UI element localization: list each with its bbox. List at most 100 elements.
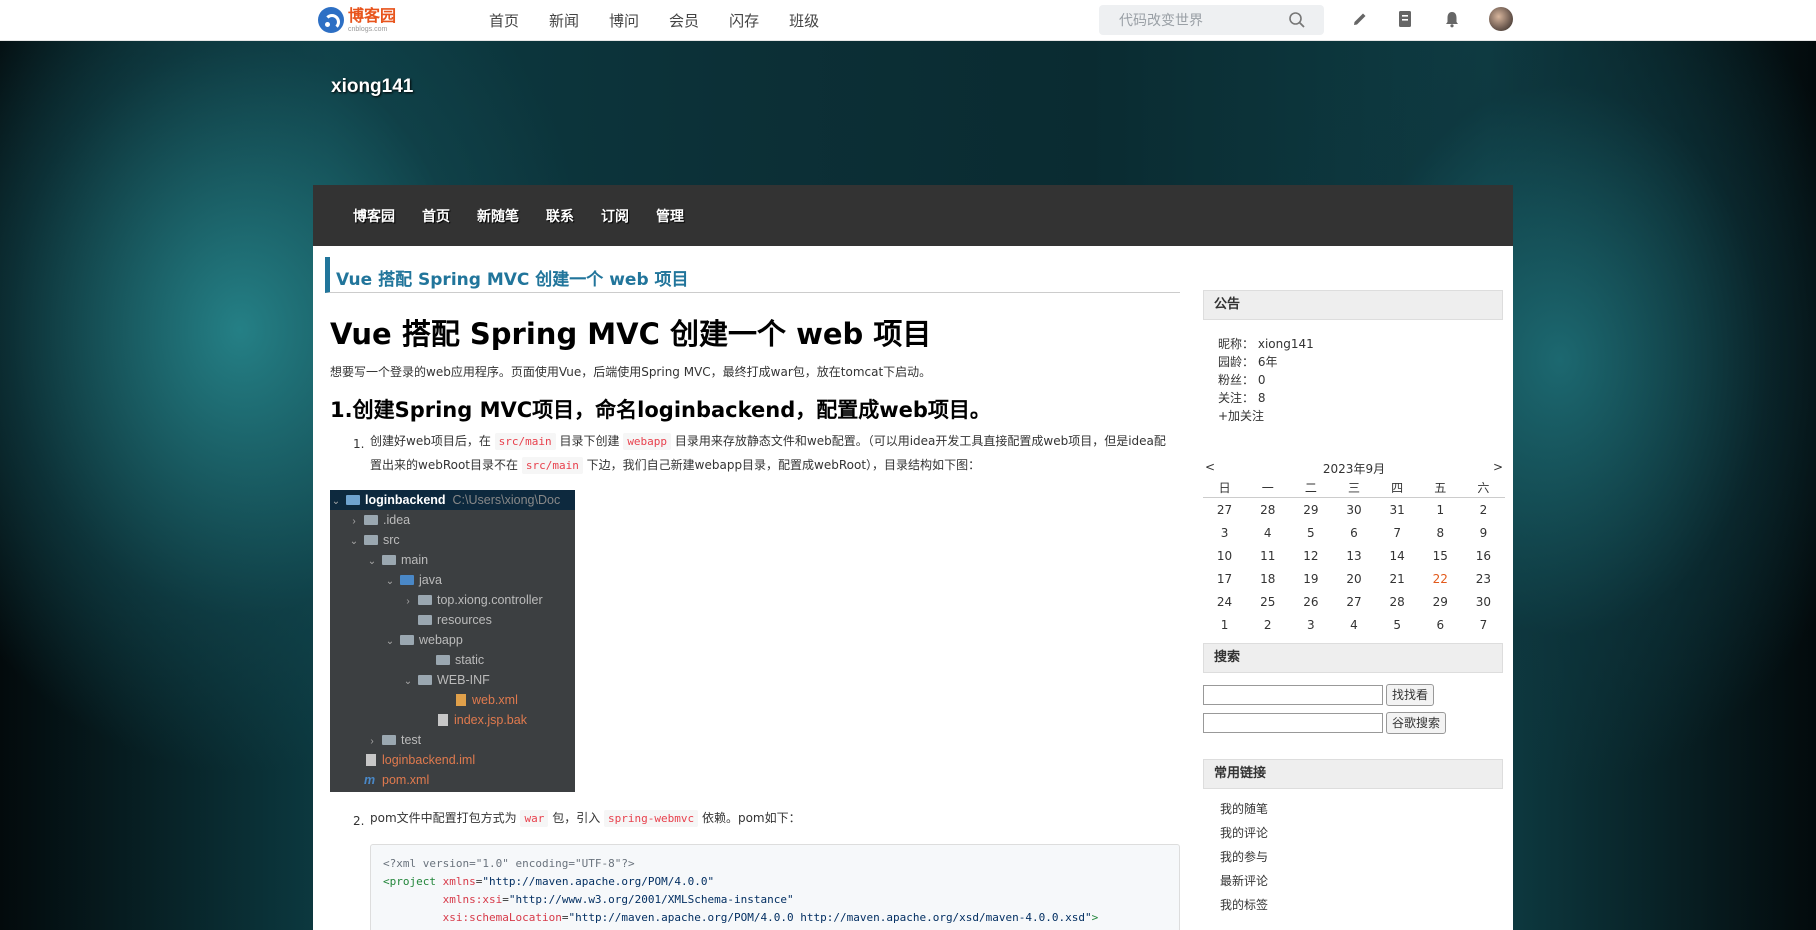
- code-line-4-val: "http://maven.apache.org/POM/4.0.0 http:…: [568, 911, 1092, 924]
- google-search-input[interactable]: [1203, 713, 1383, 733]
- calendar-day[interactable]: 12: [1289, 544, 1332, 567]
- calendar-week: 10 11 12 13 14 15 16: [1203, 544, 1505, 567]
- calendar-day[interactable]: 31: [1376, 498, 1419, 522]
- calendar-week: 17 18 19 20 21 22 23: [1203, 567, 1505, 590]
- folder-icon: [364, 535, 378, 545]
- calendar-day[interactable]: 2: [1462, 498, 1505, 522]
- calendar-day[interactable]: 6: [1332, 521, 1375, 544]
- site-search-input[interactable]: [1099, 5, 1301, 37]
- calendar-day[interactable]: 14: [1376, 544, 1419, 567]
- calendar-day[interactable]: 9: [1462, 521, 1505, 544]
- pom-code-block[interactable]: <?xml version="1.0" encoding="UTF-8"?> <…: [370, 844, 1180, 930]
- calendar-day[interactable]: 1: [1419, 498, 1462, 522]
- common-links: 我的随笔 我的评论 我的参与 最新评论 我的标签: [1220, 797, 1268, 917]
- blog-search-input[interactable]: [1203, 685, 1383, 705]
- tree-row-static: static: [420, 650, 484, 670]
- calendar-day[interactable]: 26: [1289, 590, 1332, 613]
- calendar-day[interactable]: 3: [1289, 613, 1332, 636]
- tree-label-webapp: webapp: [419, 633, 463, 647]
- step1-number: 1.: [353, 437, 365, 451]
- calendar-day[interactable]: 18: [1246, 567, 1289, 590]
- profile-fans-value[interactable]: 0: [1258, 373, 1266, 387]
- book-icon[interactable]: [1395, 9, 1415, 29]
- calendar-day[interactable]: 7: [1376, 521, 1419, 544]
- module-folder-icon: [346, 495, 360, 505]
- link-my-participation[interactable]: 我的参与: [1220, 845, 1268, 869]
- tree-row-java: ⌄ java: [384, 570, 442, 590]
- profile-follow-value[interactable]: 8: [1258, 391, 1266, 405]
- code-line-2-val: "http://maven.apache.org/POM/4.0.0": [482, 875, 715, 888]
- edit-icon[interactable]: [1350, 9, 1370, 29]
- blog-nav-cnblogs[interactable]: 博客园: [353, 206, 395, 226]
- calendar-day[interactable]: 28: [1246, 498, 1289, 522]
- code-line-2-attr: xmlns: [442, 875, 476, 888]
- site-nav-vip[interactable]: 会员: [669, 10, 699, 31]
- calendar-day[interactable]: 1: [1203, 613, 1246, 636]
- blog-nav-home[interactable]: 首页: [422, 206, 450, 226]
- calendar-day[interactable]: 29: [1289, 498, 1332, 522]
- calendar-day[interactable]: 2: [1246, 613, 1289, 636]
- blog-nav-contact[interactable]: 联系: [546, 206, 574, 226]
- calendar-day[interactable]: 30: [1462, 590, 1505, 613]
- weekday: 一: [1246, 478, 1290, 498]
- calendar-day[interactable]: 5: [1376, 613, 1419, 636]
- site-nav-questions[interactable]: 博问: [609, 10, 639, 31]
- site-nav-home[interactable]: 首页: [489, 10, 519, 31]
- blog-nav-subscribe[interactable]: 订阅: [601, 206, 629, 226]
- calendar-day[interactable]: 23: [1462, 567, 1505, 590]
- blog-title[interactable]: xiong141: [331, 76, 413, 98]
- calendar-day[interactable]: 13: [1332, 544, 1375, 567]
- site-nav-class[interactable]: 班级: [789, 10, 819, 31]
- calendar-day[interactable]: 22: [1419, 567, 1462, 590]
- calendar-day[interactable]: 10: [1203, 544, 1246, 567]
- profile-age-value[interactable]: 6年: [1258, 355, 1278, 369]
- calendar-day[interactable]: 29: [1419, 590, 1462, 613]
- calendar-day[interactable]: 21: [1376, 567, 1419, 590]
- calendar-day[interactable]: 3: [1203, 521, 1246, 544]
- calendar-day[interactable]: 17: [1203, 567, 1246, 590]
- calendar-month: 2023年9月: [1322, 462, 1386, 476]
- calendar-day[interactable]: 27: [1203, 498, 1246, 522]
- blog-nav-new-post[interactable]: 新随笔: [477, 206, 519, 226]
- bell-icon[interactable]: [1442, 9, 1462, 29]
- folder-icon: [364, 515, 378, 525]
- search-icon[interactable]: [1287, 10, 1307, 30]
- link-my-posts[interactable]: 我的随笔: [1220, 797, 1268, 821]
- calendar-day[interactable]: 27: [1332, 590, 1375, 613]
- calendar-day[interactable]: 19: [1289, 567, 1332, 590]
- link-my-tags[interactable]: 我的标签: [1220, 893, 1268, 917]
- avatar[interactable]: [1489, 7, 1513, 31]
- google-search-button[interactable]: 谷歌搜索: [1386, 712, 1447, 734]
- calendar-day[interactable]: 4: [1246, 521, 1289, 544]
- calendar-day[interactable]: 4: [1332, 613, 1375, 636]
- post-header-title[interactable]: Vue 搭配 Spring MVC 创建一个 web 项目: [336, 265, 689, 290]
- profile-nickname-value[interactable]: xiong141: [1258, 337, 1314, 351]
- follow-link[interactable]: +加关注: [1218, 407, 1314, 425]
- calendar-day[interactable]: 25: [1246, 590, 1289, 613]
- cnblogs-logo[interactable]: 博客园 cnblogs.com: [318, 5, 396, 35]
- calendar-day[interactable]: 6: [1419, 613, 1462, 636]
- calendar-day[interactable]: 20: [1332, 567, 1375, 590]
- link-my-comments[interactable]: 我的评论: [1220, 821, 1268, 845]
- inline-code-src-main: src/main: [494, 433, 556, 450]
- calendar-day[interactable]: 15: [1419, 544, 1462, 567]
- blog-search-button[interactable]: 找找看: [1386, 684, 1435, 706]
- calendar-day[interactable]: 28: [1376, 590, 1419, 613]
- calendar-day[interactable]: 24: [1203, 590, 1246, 613]
- profile-fans: 粉丝： 0: [1218, 371, 1314, 389]
- calendar-day[interactable]: 16: [1462, 544, 1505, 567]
- calendar-day[interactable]: 7: [1462, 613, 1505, 636]
- calendar-day[interactable]: 11: [1246, 544, 1289, 567]
- code-line-3-val: "http://www.w3.org/2001/XMLSchema-instan…: [508, 893, 794, 906]
- link-latest-comments[interactable]: 最新评论: [1220, 869, 1268, 893]
- calendar-day[interactable]: 5: [1289, 521, 1332, 544]
- calendar-day[interactable]: 30: [1332, 498, 1375, 522]
- site-nav-ing[interactable]: 闪存: [729, 10, 759, 31]
- tree-label-idea: .idea: [383, 513, 411, 527]
- site-nav-news[interactable]: 新闻: [549, 10, 579, 31]
- calendar-header: < 2023年9月 >: [1203, 460, 1505, 478]
- calendar-day[interactable]: 8: [1419, 521, 1462, 544]
- calendar-next-button[interactable]: >: [1493, 460, 1503, 474]
- tree-root-label: loginbackend: [365, 493, 446, 507]
- blog-nav-manage[interactable]: 管理: [656, 206, 684, 226]
